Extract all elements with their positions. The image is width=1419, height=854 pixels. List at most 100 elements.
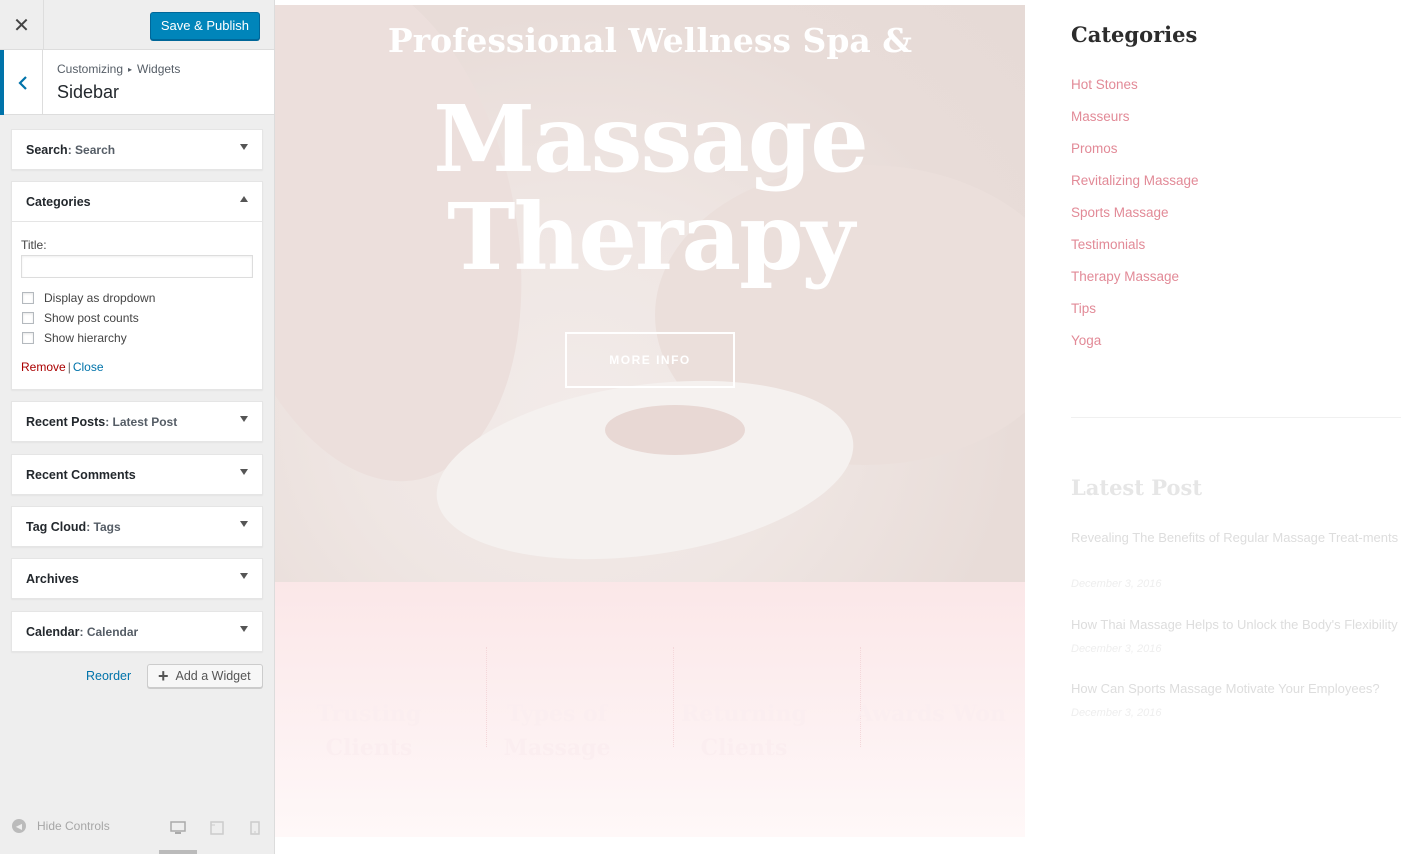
desktop-preview-icon[interactable]	[170, 821, 186, 835]
collapse-arrow-icon[interactable]	[240, 196, 248, 202]
widget-header[interactable]: Recent Comments	[12, 455, 262, 494]
remove-link[interactable]: Remove	[21, 360, 66, 374]
checkbox-label: Show post counts	[44, 311, 139, 325]
widget-title: Tags	[93, 519, 121, 534]
expand-arrow-icon[interactable]	[240, 521, 248, 527]
customizer-panel: ✕ Save & Publish Customizing ▸ Widgets Sid…	[0, 0, 275, 854]
expand-arrow-icon[interactable]	[240, 573, 248, 579]
section-title: Sidebar	[57, 82, 120, 102]
checkbox-row[interactable]: Show post counts	[21, 311, 253, 325]
sidebar-latest-title: Latest Post	[1071, 475, 1203, 500]
checkbox-label: Display as dropdown	[44, 291, 156, 305]
widget-header[interactable]: Archives	[12, 559, 262, 598]
widget-header[interactable]: Calendar: Calendar	[12, 612, 262, 651]
expand-arrow-icon[interactable]	[240, 416, 248, 422]
collapse-circle-icon: ◀	[12, 819, 26, 833]
post-link[interactable]: How Thai Massage Helps to Unlock the Bod…	[1071, 614, 1401, 636]
hide-controls-button[interactable]: ◀ Hide Controls	[12, 819, 110, 833]
category-link[interactable]: Revitalizing Massage	[1071, 173, 1199, 188]
back-button[interactable]	[0, 50, 43, 115]
hero-section: Professional Wellness Spa & Massage Ther…	[275, 5, 1025, 582]
hide-controls-label: Hide Controls	[37, 819, 110, 833]
breadcrumb-separator: ▸	[128, 65, 133, 74]
widget-name: Categories	[26, 194, 91, 209]
close-icon: ✕	[13, 14, 30, 37]
breadcrumb: Customizing ▸ Widgets	[57, 62, 180, 76]
widget-header[interactable]: Recent Posts: Latest Post	[12, 402, 262, 441]
action-separator: |	[67, 360, 71, 374]
widget-recent-comments[interactable]: Recent Comments	[11, 454, 263, 495]
mobile-preview-icon[interactable]	[250, 821, 260, 835]
category-link[interactable]: Sports Massage	[1071, 205, 1169, 220]
stat-trusting-clients: Trusting Clients	[316, 701, 422, 761]
widget-search[interactable]: Search: Search	[11, 129, 263, 170]
add-widget-label: Add a Widget	[175, 669, 251, 683]
widget-name: Recent Comments	[26, 467, 136, 482]
widget-name: Search	[26, 142, 68, 157]
widget-title: Latest Post	[112, 414, 178, 429]
widget-actions: Remove | Close	[21, 360, 253, 374]
widget-archives[interactable]: Archives	[11, 558, 263, 599]
category-link[interactable]: Testimonials	[1071, 237, 1145, 252]
save-publish-button[interactable]: Save & Publish	[149, 12, 260, 40]
chevron-left-icon	[18, 75, 27, 90]
post-date: December 3, 2016	[1071, 643, 1162, 655]
hierarchy-checkbox[interactable]	[22, 332, 34, 344]
post-link[interactable]: Revealing The Benefits of Regular Massag…	[1071, 527, 1401, 549]
stats-section: Trusting Clients Types of Massage Return…	[275, 582, 1025, 837]
hero-title-line1: Massage	[433, 85, 869, 193]
post-link[interactable]: How Can Sports Massage Motivate Your Emp…	[1071, 678, 1401, 700]
stat-awards-won: Awards Won	[856, 701, 1006, 727]
customizer-footer: ◀ Hide Controls	[0, 809, 275, 854]
widget-name: Calendar	[26, 624, 80, 639]
post-date: December 3, 2016	[1071, 707, 1162, 719]
sidebar-categories-title: Categories	[1071, 22, 1198, 47]
expand-arrow-icon[interactable]	[240, 144, 248, 150]
add-widget-button[interactable]: + Add a Widget	[147, 664, 263, 688]
checkbox-row[interactable]: Display as dropdown	[21, 291, 253, 305]
widget-title: Search	[75, 142, 116, 157]
widget-tag-cloud[interactable]: Tag Cloud: Tags	[11, 506, 263, 547]
sidebar-divider	[1071, 417, 1401, 418]
category-link[interactable]: Hot Stones	[1071, 77, 1138, 92]
breadcrumb-parent: Customizing	[57, 62, 124, 76]
category-link[interactable]: Promos	[1071, 141, 1118, 156]
category-link[interactable]: Tips	[1071, 301, 1096, 316]
reorder-link[interactable]: Reorder	[86, 669, 131, 683]
hero-subtitle: Professional Wellness Spa &	[387, 21, 913, 60]
widget-recent-posts[interactable]: Recent Posts: Latest Post	[11, 401, 263, 442]
widget-form: Title: Display as dropdown Show post cou…	[12, 221, 262, 384]
hero-hand-shape	[605, 405, 745, 455]
stat-returning-clients: Returning Clients	[681, 701, 807, 761]
expand-arrow-icon[interactable]	[240, 626, 248, 632]
widget-name: Tag Cloud	[26, 519, 87, 534]
widget-title: Calendar	[86, 624, 139, 639]
category-link[interactable]: Therapy Massage	[1071, 269, 1179, 284]
category-link[interactable]: Yoga	[1071, 333, 1101, 348]
title-input[interactable]	[21, 255, 253, 278]
expand-arrow-icon[interactable]	[240, 469, 248, 475]
widget-calendar[interactable]: Calendar: Calendar	[11, 611, 263, 652]
section-header: Customizing ▸ Widgets Sidebar	[0, 50, 274, 115]
post-date: December 3, 2016	[1071, 578, 1162, 590]
post-counts-checkbox[interactable]	[22, 312, 34, 324]
plus-icon: +	[158, 666, 169, 686]
title-label: Title:	[21, 238, 47, 252]
tablet-preview-icon[interactable]	[209, 821, 225, 835]
more-info-button[interactable]: MORE INFO	[565, 332, 735, 388]
widget-name: Archives	[26, 571, 79, 586]
widget-categories[interactable]: Categories Title: Display as dropdown Sh…	[11, 181, 263, 390]
widget-header[interactable]: Search: Search	[12, 130, 262, 169]
active-device-indicator	[159, 850, 197, 854]
close-link[interactable]: Close	[73, 360, 104, 374]
checkbox-label: Show hierarchy	[44, 331, 127, 345]
stat-types-of-massage: Types of Massage	[503, 701, 611, 761]
widget-header[interactable]: Tag Cloud: Tags	[12, 507, 262, 546]
category-link[interactable]: Masseurs	[1071, 109, 1130, 124]
dropdown-checkbox[interactable]	[22, 292, 34, 304]
checkbox-row[interactable]: Show hierarchy	[21, 331, 253, 345]
close-customizer-button[interactable]: ✕	[0, 0, 44, 50]
widget-header[interactable]: Categories	[12, 182, 262, 221]
widget-name: Recent Posts	[26, 414, 106, 429]
customizer-header: ✕ Save & Publish	[0, 0, 274, 50]
